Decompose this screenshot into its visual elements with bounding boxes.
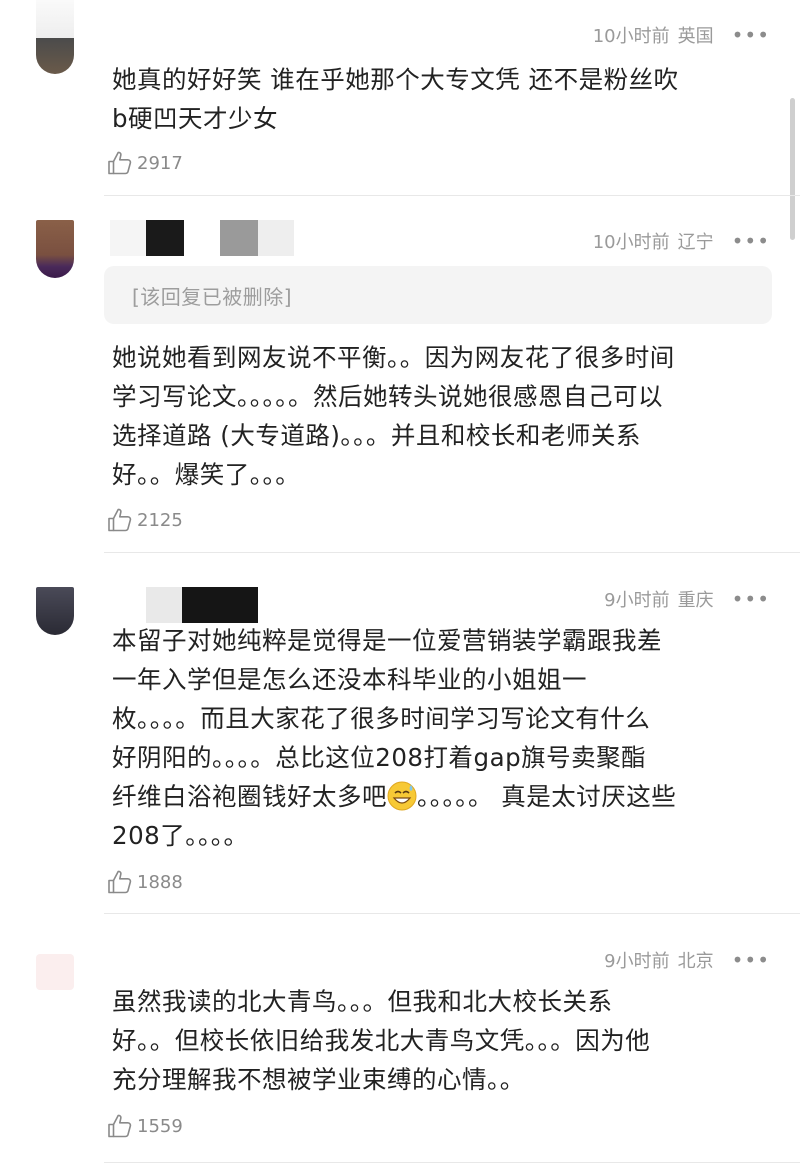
text-line: 枚。。。。而且大家花了很多时间学习写论文有什么 [112, 704, 651, 733]
like-button[interactable]: 1888 [106, 868, 183, 896]
thumbs-up-icon [106, 868, 134, 896]
comment-location: 重庆 [677, 590, 714, 611]
quoted-reply: [该回复已被删除] [104, 266, 772, 324]
avatar[interactable] [36, 954, 74, 990]
comment-location: 辽宁 [677, 232, 714, 253]
text-line: 充分理解我不想被学业束缚的心情。。 [112, 1065, 525, 1094]
text-line: 纤维白浴袍圈钱好太多吧 。。。。。 真是太讨厌这些 [112, 777, 772, 816]
text-line: b硬凹天才少女 [112, 104, 279, 133]
comment-time: 9小时前 [604, 951, 670, 972]
redacted-username [146, 587, 182, 623]
text-line: 208了。。。。 [112, 821, 249, 850]
text-line: 她真的好好笑 谁在乎她那个大专文凭 还不是粉丝吹 [112, 65, 679, 94]
like-count: 2125 [137, 509, 183, 531]
more-options-icon[interactable]: ••• [732, 587, 770, 611]
like-count: 1888 [137, 871, 183, 893]
avatar[interactable] [36, 38, 74, 74]
redacted-username [258, 220, 294, 256]
text-line: 选择道路 (大专道路)。。。并且和校长和老师关系 [112, 421, 641, 450]
avatar[interactable] [36, 220, 74, 278]
text-line: 好。。爆笑了。。。 [112, 460, 301, 489]
thumbs-up-icon [106, 149, 134, 177]
redacted-username [36, 0, 74, 38]
text-line: 本留子对她纯粹是觉得是一位爱营销装学霸跟我差 [112, 626, 662, 655]
comment-time: 9小时前 [604, 590, 670, 611]
redacted-username [146, 220, 184, 256]
redacted-username [110, 220, 146, 256]
grinning-sweat-emoji [387, 781, 417, 811]
more-options-icon[interactable]: ••• [732, 948, 770, 972]
comment-text: 她说她看到网友说不平衡。。因为网友花了很多时间 学习写论文。。。。。然后她转头说… [112, 338, 772, 494]
comment-meta: 10小时前 英国 ••• [593, 22, 770, 48]
comment-1: 10小时前 英国 ••• 她真的好好笑 谁在乎她那个大专文凭 还不是粉丝吹 b硬… [0, 0, 800, 196]
comment-location: 北京 [677, 951, 714, 972]
like-count: 2917 [137, 152, 183, 174]
like-count: 1559 [137, 1115, 183, 1137]
divider [104, 1162, 800, 1163]
comment-text: 虽然我读的北大青鸟。。。但我和北大校长关系 好。。但校长依旧给我发北大青鸟文凭。… [112, 982, 772, 1099]
redacted-username [220, 220, 258, 256]
text-line: 虽然我读的北大青鸟。。。但我和北大校长关系 [112, 987, 613, 1016]
comment-location: 英国 [677, 26, 714, 47]
text-segment: 纤维白浴袍圈钱好太多吧 [112, 782, 387, 811]
redacted-username [182, 587, 258, 623]
comment-text: 本留子对她纯粹是觉得是一位爱营销装学霸跟我差 一年入学但是怎么还没本科毕业的小姐… [112, 621, 772, 855]
avatar[interactable] [36, 587, 74, 635]
deleted-reply-text: [该回复已被删除] [132, 284, 293, 309]
comment-meta: 9小时前 重庆 ••• [604, 586, 770, 612]
comment-meta: 9小时前 北京 ••• [604, 947, 770, 973]
text-line: 一年入学但是怎么还没本科毕业的小姐姐一 [112, 665, 587, 694]
more-options-icon[interactable]: ••• [732, 229, 770, 253]
comment-time: 10小时前 [592, 26, 670, 47]
thumbs-up-icon [106, 1112, 134, 1140]
text-line: 学习写论文。。。。。然后她转头说她很感恩自己可以 [112, 382, 663, 411]
comment-meta: 10小时前 辽宁 ••• [593, 228, 770, 254]
text-line: 她说她看到网友说不平衡。。因为网友花了很多时间 [112, 343, 675, 372]
text-line: 好。。但校长依旧给我发北大青鸟文凭。。。因为他 [112, 1026, 651, 1055]
more-options-icon[interactable]: ••• [732, 23, 770, 47]
comment-4: 9小时前 北京 ••• 虽然我读的北大青鸟。。。但我和北大校长关系 好。。但校长… [0, 914, 800, 1175]
comment-time: 10小时前 [592, 232, 670, 253]
comment-3: 9小时前 重庆 ••• 本留子对她纯粹是觉得是一位爱营销装学霸跟我差 一年入学但… [0, 553, 800, 914]
text-segment: 。。。。。 真是太讨厌这些 [417, 782, 677, 811]
comment-2: 10小时前 辽宁 ••• [该回复已被删除] 她说她看到网友说不平衡。。因为网友… [0, 196, 800, 553]
thumbs-up-icon [106, 506, 134, 534]
text-line: 好阴阳的。。。。总比这位208打着gap旗号卖聚酯 [112, 743, 647, 772]
like-button[interactable]: 2125 [106, 506, 183, 534]
comment-text: 她真的好好笑 谁在乎她那个大专文凭 还不是粉丝吹 b硬凹天才少女 [112, 60, 772, 138]
like-button[interactable]: 2917 [106, 149, 183, 177]
like-button[interactable]: 1559 [106, 1112, 183, 1140]
